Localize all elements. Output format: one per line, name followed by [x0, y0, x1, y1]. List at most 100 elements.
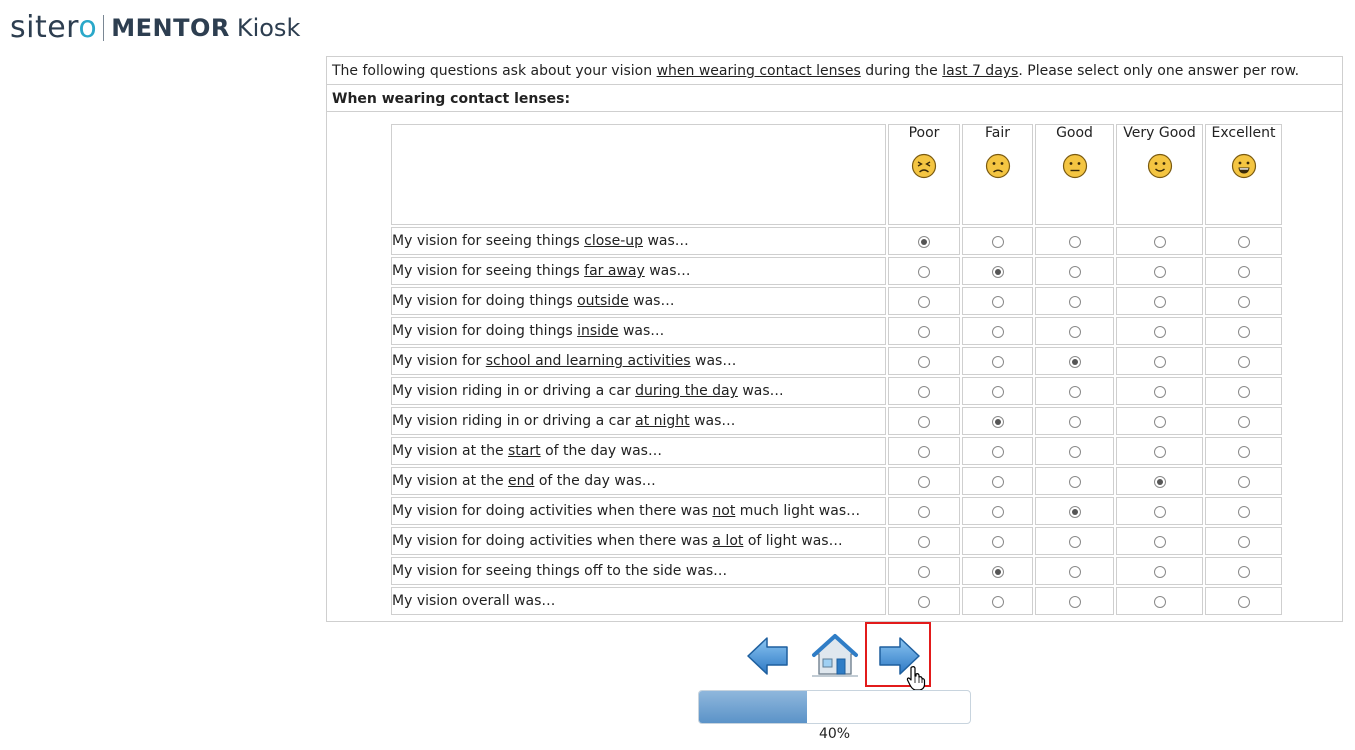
radio-excellent[interactable]: [1237, 386, 1250, 398]
radio-very-good[interactable]: [1153, 386, 1166, 398]
radio-poor[interactable]: [918, 536, 930, 548]
answer-cell[interactable]: [888, 557, 960, 585]
radio-poor[interactable]: [918, 566, 930, 578]
radio-fair[interactable]: [991, 596, 1004, 608]
radio-poor[interactable]: [918, 506, 930, 518]
answer-cell[interactable]: [962, 407, 1033, 435]
answer-cell[interactable]: [962, 437, 1033, 465]
answer-cell[interactable]: [962, 467, 1033, 495]
radio-poor[interactable]: [918, 356, 930, 368]
back-arrow-icon[interactable]: [745, 630, 790, 682]
answer-cell[interactable]: [888, 257, 960, 285]
radio-poor[interactable]: [918, 386, 930, 398]
radio-good[interactable]: [1068, 536, 1081, 548]
radio-poor[interactable]: [918, 266, 930, 278]
radio-excellent[interactable]: [1237, 296, 1250, 308]
answer-cell[interactable]: [888, 497, 960, 525]
radio-excellent[interactable]: [1237, 476, 1250, 488]
radio-excellent[interactable]: [1237, 326, 1250, 338]
answer-cell[interactable]: [1205, 257, 1282, 285]
radio-poor[interactable]: [918, 416, 930, 428]
answer-cell[interactable]: [1205, 407, 1282, 435]
answer-cell[interactable]: [1205, 587, 1282, 615]
answer-cell[interactable]: [1116, 527, 1203, 555]
answer-cell[interactable]: [888, 347, 960, 375]
radio-excellent[interactable]: [1237, 266, 1250, 278]
answer-cell[interactable]: [962, 377, 1033, 405]
home-icon[interactable]: [810, 630, 860, 682]
answer-cell[interactable]: [962, 587, 1033, 615]
answer-cell[interactable]: [1035, 467, 1114, 495]
radio-poor[interactable]: [918, 446, 930, 458]
radio-fair[interactable]: [991, 236, 1004, 248]
answer-cell[interactable]: [962, 497, 1033, 525]
answer-cell[interactable]: [1205, 497, 1282, 525]
radio-fair[interactable]: [991, 416, 1004, 428]
answer-cell[interactable]: [962, 557, 1033, 585]
radio-good[interactable]: [1068, 416, 1081, 428]
radio-good[interactable]: [1068, 446, 1081, 458]
answer-cell[interactable]: [1116, 557, 1203, 585]
answer-cell[interactable]: [888, 437, 960, 465]
answer-cell[interactable]: [1116, 347, 1203, 375]
radio-poor[interactable]: [918, 296, 930, 308]
answer-cell[interactable]: [888, 407, 960, 435]
answer-cell[interactable]: [1116, 467, 1203, 495]
answer-cell[interactable]: [1035, 587, 1114, 615]
radio-excellent[interactable]: [1237, 416, 1250, 428]
answer-cell[interactable]: [888, 287, 960, 315]
answer-cell[interactable]: [1035, 317, 1114, 345]
answer-cell[interactable]: [1035, 497, 1114, 525]
radio-very-good[interactable]: [1153, 296, 1166, 308]
answer-cell[interactable]: [1116, 587, 1203, 615]
radio-good[interactable]: [1068, 566, 1081, 578]
radio-poor[interactable]: [918, 476, 930, 488]
answer-cell[interactable]: [888, 587, 960, 615]
answer-cell[interactable]: [1205, 557, 1282, 585]
answer-cell[interactable]: [962, 317, 1033, 345]
radio-good[interactable]: [1068, 386, 1081, 398]
radio-fair[interactable]: [991, 446, 1004, 458]
radio-very-good[interactable]: [1153, 416, 1166, 428]
radio-good[interactable]: [1068, 476, 1081, 488]
answer-cell[interactable]: [1205, 317, 1282, 345]
answer-cell[interactable]: [1205, 467, 1282, 495]
radio-fair[interactable]: [991, 386, 1004, 398]
radio-very-good[interactable]: [1153, 266, 1166, 278]
radio-good[interactable]: [1068, 266, 1081, 278]
answer-cell[interactable]: [1035, 407, 1114, 435]
answer-cell[interactable]: [1035, 377, 1114, 405]
answer-cell[interactable]: [1035, 347, 1114, 375]
radio-good[interactable]: [1068, 326, 1081, 338]
answer-cell[interactable]: [1205, 377, 1282, 405]
radio-very-good[interactable]: [1153, 236, 1166, 248]
answer-cell[interactable]: [1116, 287, 1203, 315]
answer-cell[interactable]: [962, 227, 1033, 255]
answer-cell[interactable]: [962, 527, 1033, 555]
radio-very-good[interactable]: [1153, 326, 1166, 338]
answer-cell[interactable]: [1116, 497, 1203, 525]
radio-excellent[interactable]: [1237, 356, 1250, 368]
radio-fair[interactable]: [991, 476, 1004, 488]
answer-cell[interactable]: [1116, 257, 1203, 285]
answer-cell[interactable]: [1035, 437, 1114, 465]
radio-good[interactable]: [1068, 236, 1081, 248]
radio-very-good[interactable]: [1153, 356, 1166, 368]
radio-very-good[interactable]: [1153, 476, 1166, 488]
radio-fair[interactable]: [991, 536, 1004, 548]
radio-excellent[interactable]: [1237, 536, 1250, 548]
answer-cell[interactable]: [962, 257, 1033, 285]
answer-cell[interactable]: [1035, 257, 1114, 285]
radio-fair[interactable]: [991, 566, 1004, 578]
answer-cell[interactable]: [1035, 227, 1114, 255]
answer-cell[interactable]: [1035, 527, 1114, 555]
radio-fair[interactable]: [991, 296, 1004, 308]
answer-cell[interactable]: [962, 347, 1033, 375]
answer-cell[interactable]: [888, 467, 960, 495]
answer-cell[interactable]: [1205, 227, 1282, 255]
radio-very-good[interactable]: [1153, 506, 1166, 518]
answer-cell[interactable]: [1116, 437, 1203, 465]
radio-very-good[interactable]: [1153, 536, 1166, 548]
radio-poor[interactable]: [918, 326, 930, 338]
answer-cell[interactable]: [888, 377, 960, 405]
